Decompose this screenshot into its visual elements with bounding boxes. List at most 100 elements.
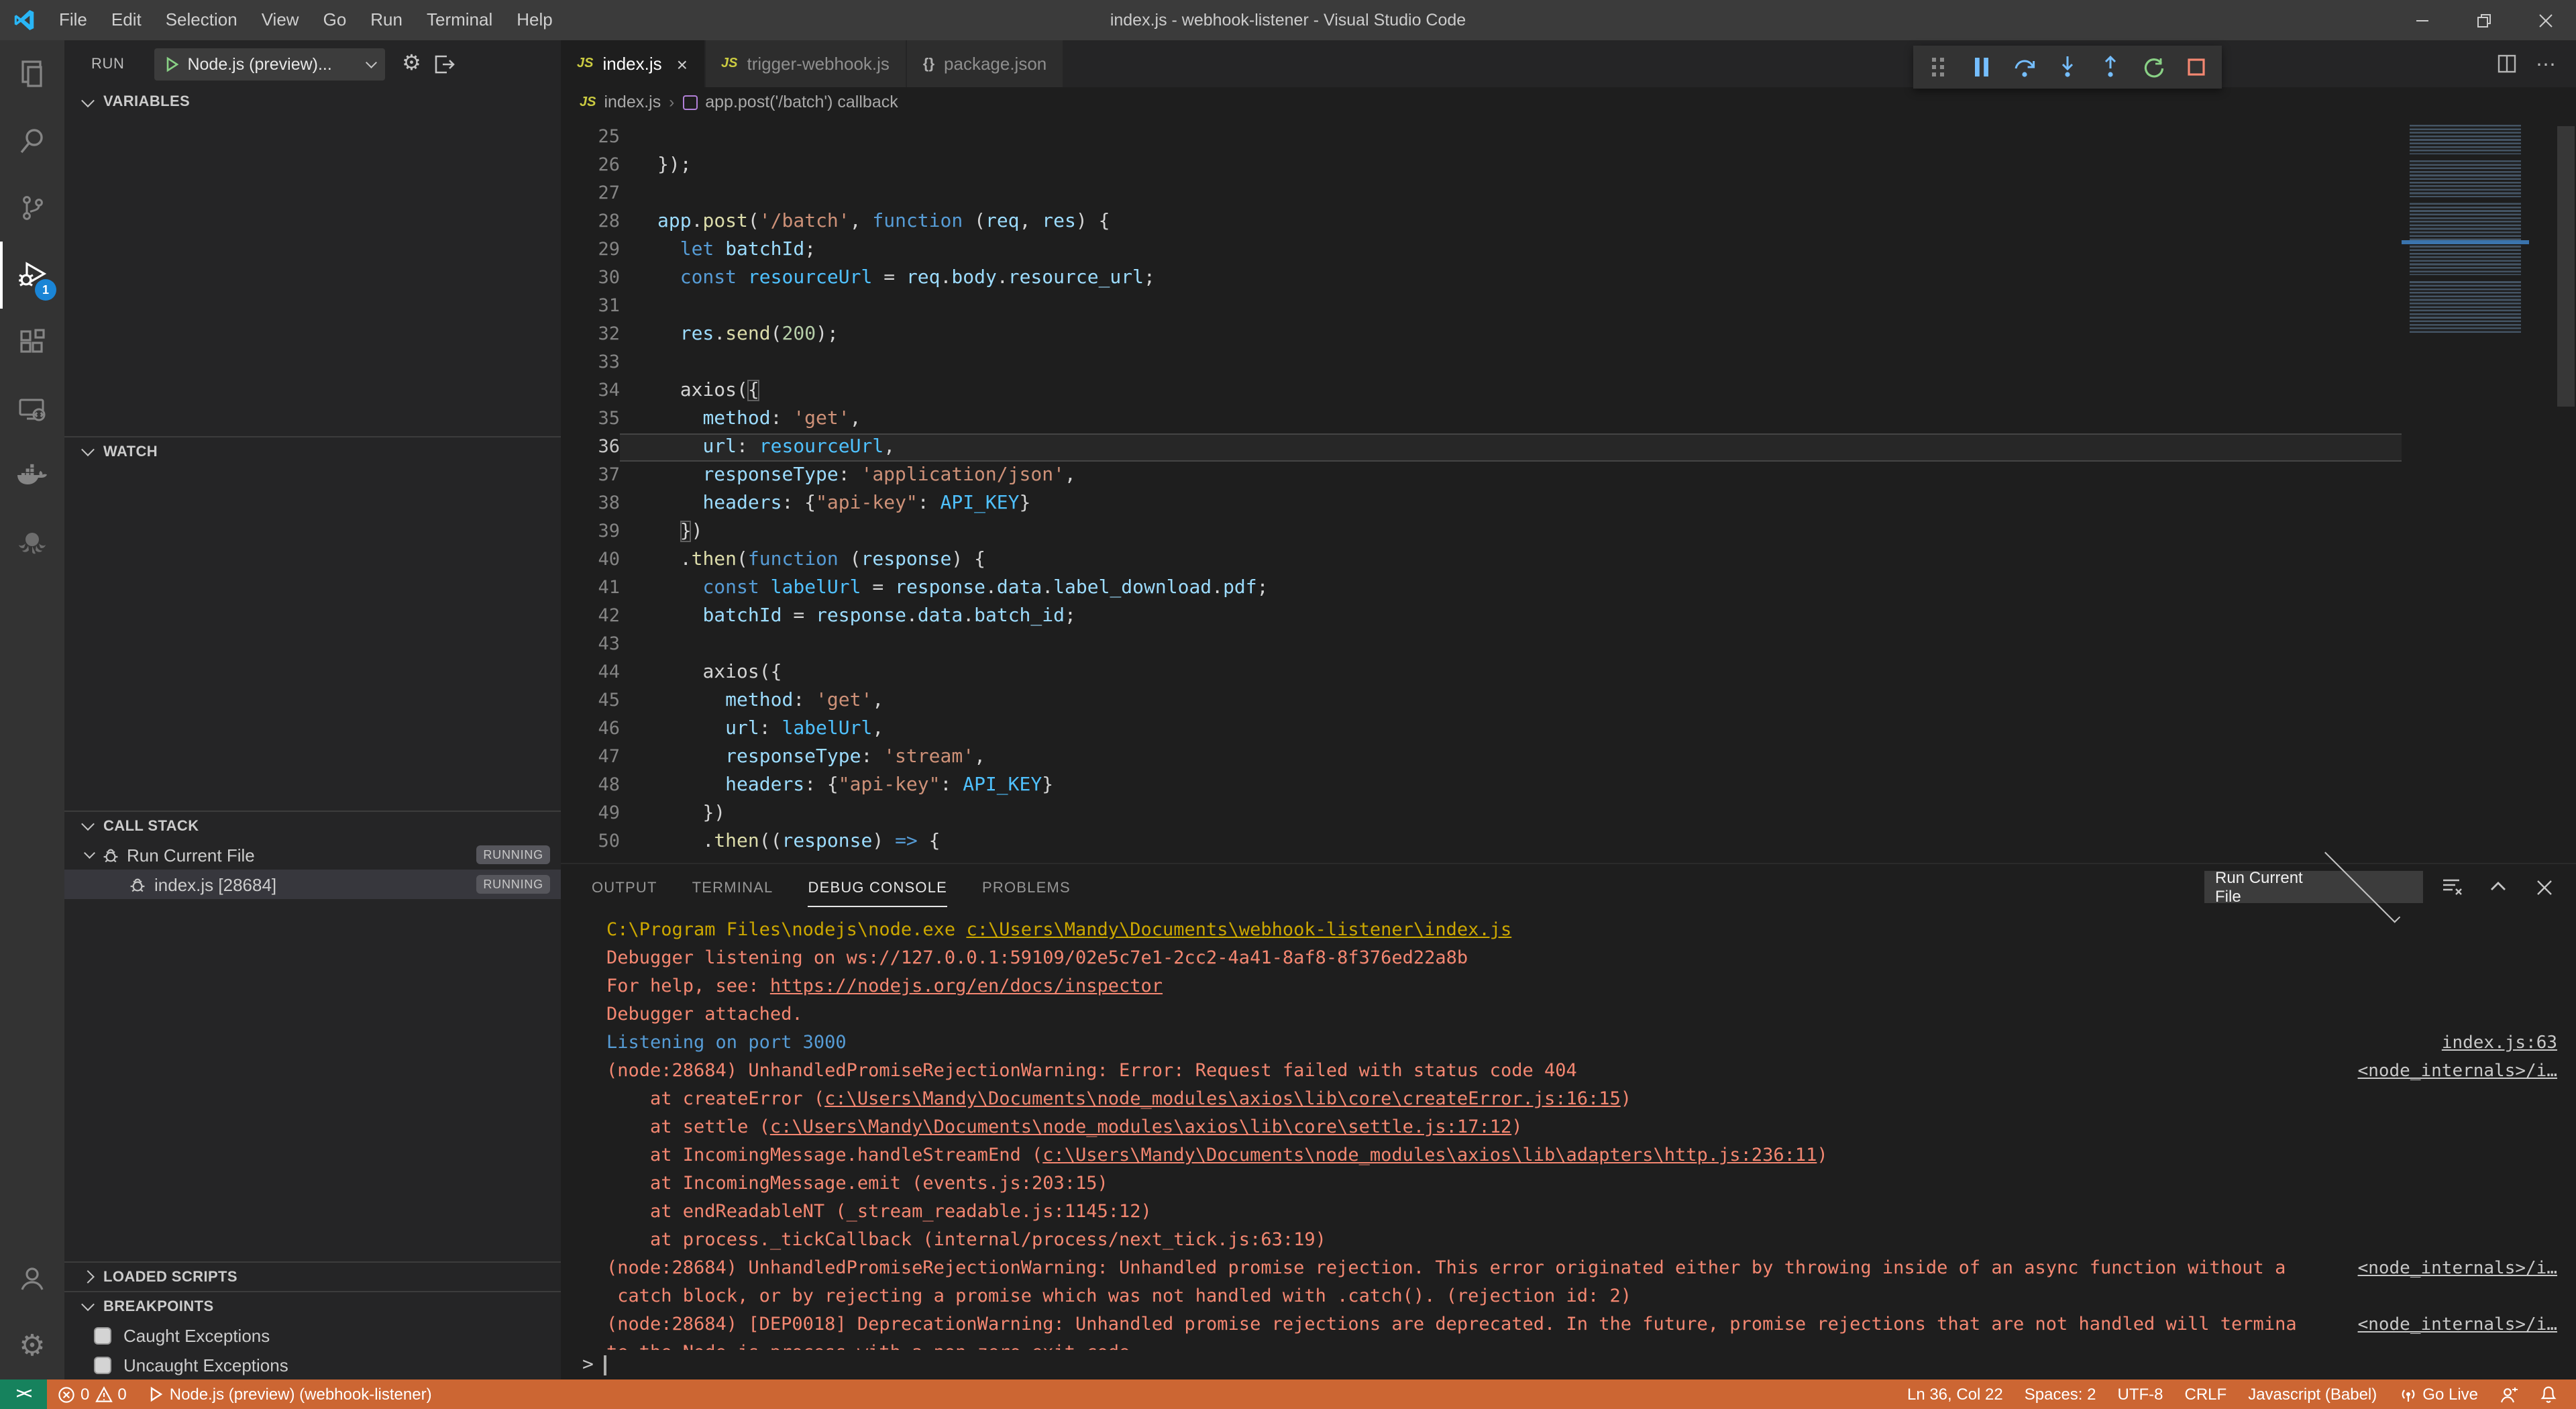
panel-tab-problems[interactable]: PROBLEMS: [982, 864, 1071, 910]
settings-gear-icon[interactable]: ⚙: [0, 1312, 64, 1379]
checkbox[interactable]: [94, 1326, 111, 1344]
more-actions-icon[interactable]: ⋯: [2536, 52, 2557, 76]
close-window-icon[interactable]: [2514, 0, 2576, 40]
breadcrumb-file[interactable]: index.js: [604, 93, 661, 111]
checkbox[interactable]: [94, 1356, 111, 1373]
call-stack-item-run-current-file[interactable]: Run Current File RUNNING: [64, 840, 561, 870]
menu-run[interactable]: Run: [358, 0, 415, 40]
code-line-37[interactable]: 37 responseType: 'application/json',: [561, 462, 2402, 490]
cursor-position[interactable]: Ln 36, Col 22: [1896, 1379, 2014, 1409]
source-location-link[interactable]: <node_internals>/i…: [2358, 1057, 2557, 1086]
search-icon[interactable]: [0, 107, 64, 174]
code-line-36[interactable]: 36 url: resourceUrl,: [561, 433, 2402, 462]
section-loaded-scripts[interactable]: LOADED SCRIPTS: [64, 1261, 561, 1291]
code-line-50[interactable]: 50 .then((response) => {: [561, 828, 2402, 856]
extensions-icon[interactable]: [0, 309, 64, 376]
source-control-icon[interactable]: [0, 174, 64, 242]
code-line-44[interactable]: 44 axios({: [561, 659, 2402, 687]
close-tab-icon[interactable]: ×: [677, 53, 688, 74]
code-line-33[interactable]: 33: [561, 349, 2402, 377]
remote-indicator-icon[interactable]: ><: [0, 1379, 47, 1409]
menu-selection[interactable]: Selection: [154, 0, 250, 40]
toolbar-drag-handle[interactable]: [1919, 48, 1959, 86]
step-over-icon[interactable]: [2004, 48, 2045, 86]
eol-sequence[interactable]: CRLF: [2174, 1379, 2238, 1409]
section-watch[interactable]: WATCH: [64, 436, 561, 466]
code-line-34[interactable]: 34 axios({: [561, 377, 2402, 405]
language-mode[interactable]: Javascript (Babel): [2237, 1379, 2387, 1409]
code-line-28[interactable]: 28 app.post('/batch', function (req, res)…: [561, 208, 2402, 236]
call-stack-item-index-js-28684-[interactable]: index.js [28684] RUNNING: [64, 870, 561, 899]
pause-icon[interactable]: [1962, 48, 2002, 86]
console-file-link[interactable]: c:\Users\Mandy\Documents\node_modules\ax…: [824, 1088, 1621, 1110]
split-editor-icon[interactable]: [2497, 54, 2517, 74]
go-live[interactable]: Go Live: [2387, 1379, 2489, 1409]
code-line-29[interactable]: 29 let batchId;: [561, 236, 2402, 264]
remote-explorer-icon[interactable]: [0, 376, 64, 443]
problems-status[interactable]: 0 0: [47, 1379, 138, 1409]
source-location-link[interactable]: index.js:63: [2442, 1029, 2557, 1057]
section-breakpoints[interactable]: BREAKPOINTS: [64, 1291, 561, 1320]
code-line-48[interactable]: 48 headers: {"api-key": API_KEY}: [561, 772, 2402, 800]
breakpoint-uncaught-exceptions[interactable]: Uncaught Exceptions: [64, 1350, 561, 1379]
code-line-27[interactable]: 27: [561, 180, 2402, 208]
open-debug-console-icon[interactable]: [427, 48, 460, 80]
console-filter-dropdown[interactable]: Run Current File: [2204, 847, 2423, 923]
code-line-25[interactable]: 25: [561, 123, 2402, 152]
step-out-icon[interactable]: [2090, 48, 2131, 86]
step-into-icon[interactable]: [2047, 48, 2088, 86]
restore-icon[interactable]: [2453, 0, 2514, 40]
code-line-35[interactable]: 35 method: 'get',: [561, 405, 2402, 433]
docker-icon[interactable]: [0, 443, 64, 510]
console-file-link[interactable]: https://nodejs.org/en/docs/inspector: [770, 976, 1163, 997]
code-line-47[interactable]: 47 responseType: 'stream',: [561, 743, 2402, 772]
menu-edit[interactable]: Edit: [99, 0, 154, 40]
notifications-bell-icon[interactable]: [2529, 1379, 2568, 1409]
tab-trigger-webhook-js[interactable]: JS trigger-webhook.js: [705, 40, 907, 87]
console-file-link[interactable]: c:\Users\Mandy\Documents\node_modules\ax…: [770, 1116, 1511, 1138]
code-line-26[interactable]: 26});: [561, 152, 2402, 180]
code-line-38[interactable]: 38 headers: {"api-key": API_KEY}: [561, 490, 2402, 518]
breadcrumb[interactable]: JS index.js › app.post('/batch') callbac…: [561, 87, 2576, 117]
tab-package-json[interactable]: {} package.json: [906, 40, 1065, 87]
code-line-42[interactable]: 42 batchId = response.data.batch_id;: [561, 603, 2402, 631]
run-and-debug-icon[interactable]: 1: [0, 242, 64, 309]
stop-icon[interactable]: [2176, 48, 2216, 86]
console-file-link[interactable]: c:\Users\Mandy\Documents\node_modules\ax…: [1042, 1145, 1817, 1166]
minimize-icon[interactable]: [2391, 0, 2453, 40]
source-location-link[interactable]: <node_internals>/i…: [2358, 1255, 2557, 1283]
code-line-40[interactable]: 40 .then(function (response) {: [561, 546, 2402, 574]
explorer-icon[interactable]: [0, 40, 64, 107]
panel-tab-debug-console[interactable]: DEBUG CONSOLE: [808, 864, 948, 910]
code-line-41[interactable]: 41 const labelUrl = response.data.label_…: [561, 574, 2402, 603]
encoding[interactable]: UTF-8: [2107, 1379, 2174, 1409]
code-line-32[interactable]: 32 res.send(200);: [561, 321, 2402, 349]
source-location-link[interactable]: <node_internals>/i…: [2358, 1311, 2557, 1339]
code-line-39[interactable]: 39 }): [561, 518, 2402, 546]
minimap[interactable]: [2402, 117, 2556, 863]
code-line-30[interactable]: 30 const resourceUrl = req.body.resource…: [561, 264, 2402, 293]
debug-console-output[interactable]: C:\Program Files\nodejs\node.exe c:\User…: [561, 910, 2576, 1350]
breakpoint-caught-exceptions[interactable]: Caught Exceptions: [64, 1320, 561, 1350]
menu-terminal[interactable]: Terminal: [415, 0, 504, 40]
code-lines[interactable]: 25 26}); 27 28 app.post('/batch', function (…: [561, 117, 2402, 863]
launch-config-dropdown[interactable]: Node.js (preview)...: [154, 48, 385, 80]
console-prompt[interactable]: >: [561, 1350, 2576, 1379]
code-line-45[interactable]: 45 method: 'get',: [561, 687, 2402, 715]
tab-index-js[interactable]: JS index.js ×: [561, 40, 705, 87]
clear-console-icon[interactable]: [2436, 871, 2469, 903]
code-line-43[interactable]: 43: [561, 631, 2402, 659]
close-panel-icon[interactable]: [2528, 871, 2560, 903]
code-line-46[interactable]: 46 url: labelUrl,: [561, 715, 2402, 743]
code-line-49[interactable]: 49 }): [561, 800, 2402, 828]
account-status-icon[interactable]: [2489, 1379, 2529, 1409]
octopus-extension-icon[interactable]: [0, 510, 64, 577]
debug-session-status[interactable]: Node.js (preview) (webhook-listener): [138, 1379, 443, 1409]
panel-tab-output[interactable]: OUTPUT: [592, 864, 657, 910]
section-variables[interactable]: VARIABLES: [64, 87, 561, 117]
menu-help[interactable]: Help: [504, 0, 565, 40]
editor-scrollbar[interactable]: [2556, 117, 2576, 863]
panel-tab-terminal[interactable]: TERMINAL: [692, 864, 773, 910]
scrollbar-slider[interactable]: [2557, 126, 2575, 407]
console-file-link[interactable]: c:\Users\Mandy\Documents\webhook-listene…: [966, 919, 1511, 941]
